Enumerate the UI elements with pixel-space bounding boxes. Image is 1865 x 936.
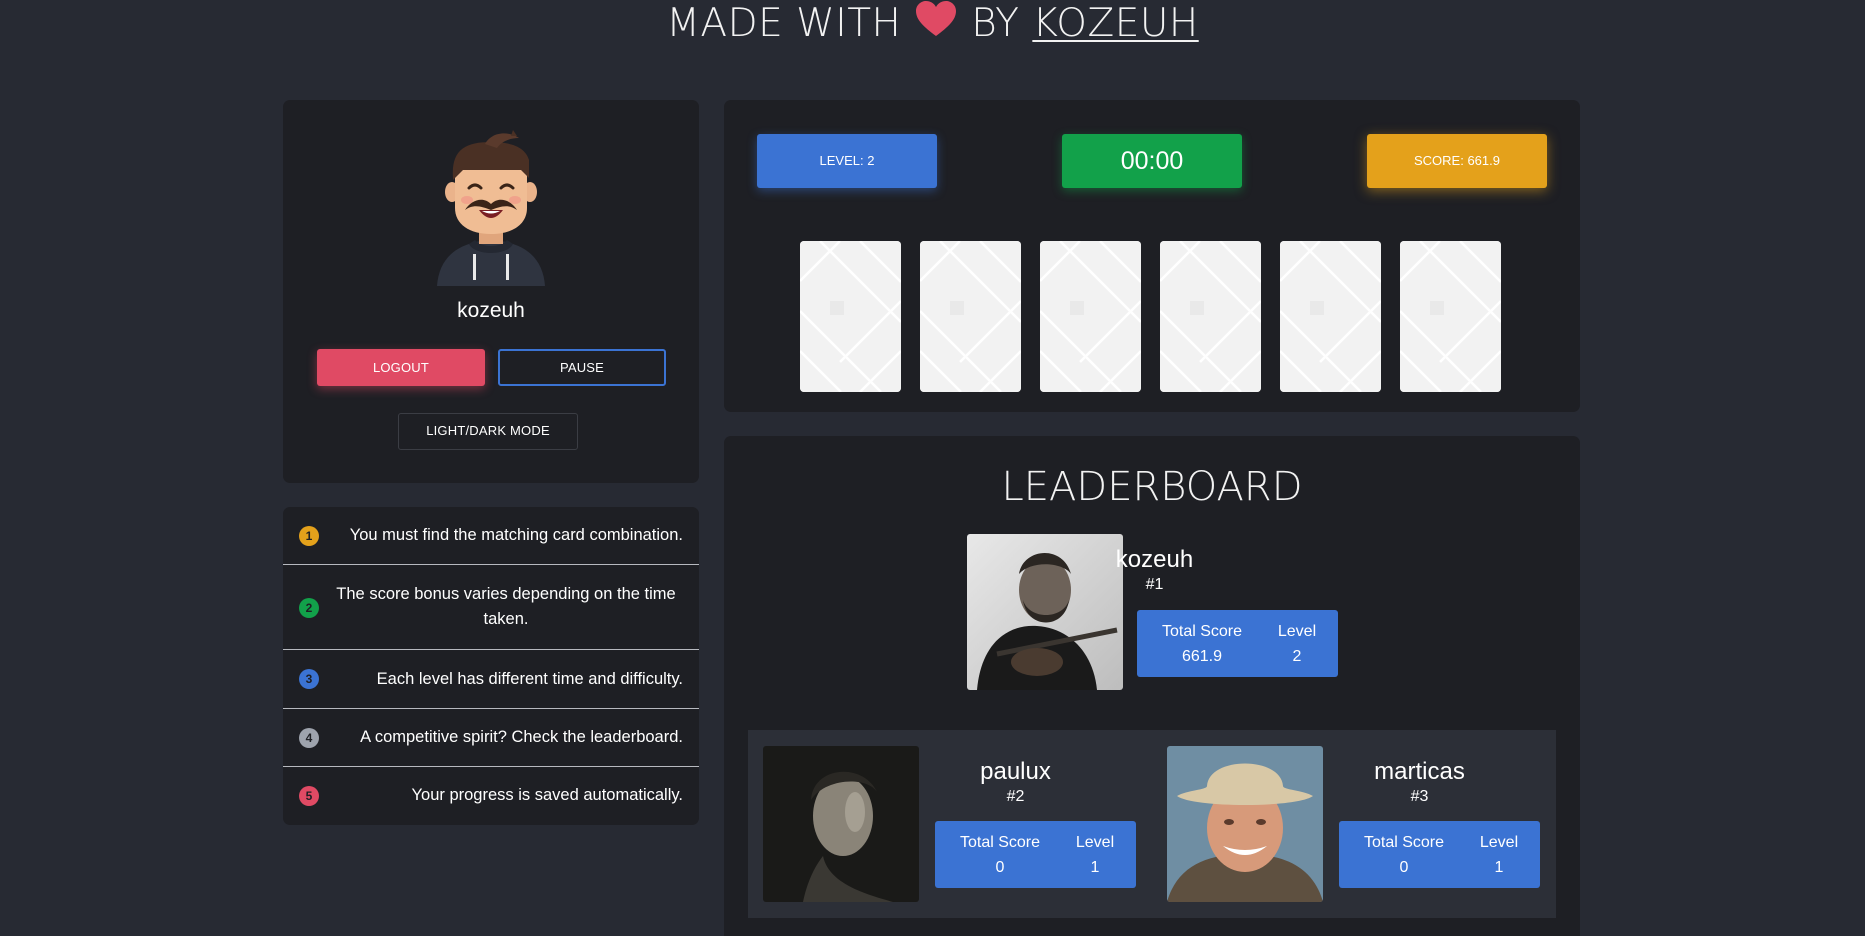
rule-text: A competitive spirit? Check the leaderbo… (360, 728, 683, 746)
player-rank: #2 (1006, 788, 1025, 805)
memory-card[interactable] (1280, 241, 1381, 392)
rules-panel: 1 You must find the matching card combin… (283, 507, 699, 825)
page-header: MADE WITH BY KOZEUH (0, 0, 1865, 50)
player-name: paulux (980, 758, 1051, 785)
player-photo (1167, 746, 1323, 902)
runners-up-row: paulux #2 Total Score 0 Level 1 marticas… (748, 730, 1556, 918)
level-label: Level (1479, 834, 1519, 851)
rule-item: 3 Each level has different time and diff… (283, 650, 699, 709)
level-value: 1 (1494, 859, 1504, 876)
game-board-panel: LEVEL: 2 00:00 SCORE: 661.9 (724, 100, 1580, 412)
memory-card[interactable] (1400, 241, 1501, 392)
player-rank: #3 (1410, 788, 1429, 805)
card-back-pattern (1400, 241, 1501, 392)
rule-number-badge: 4 (299, 728, 319, 748)
level-label: Level (1277, 623, 1317, 640)
rule-number-badge: 1 (299, 526, 319, 546)
total-score-label: Total Score (1363, 834, 1445, 851)
profile-username: kozeuh (457, 299, 525, 322)
level-value: 1 (1090, 859, 1100, 876)
theme-toggle-button[interactable]: LIGHT/DARK MODE (398, 413, 578, 450)
leaderboard-title: LEADERBOARD (1001, 464, 1303, 510)
total-score-label: Total Score (1161, 623, 1243, 640)
card-back-pattern (1160, 241, 1261, 392)
level-indicator: LEVEL: 2 (757, 134, 937, 188)
rule-text: You must find the matching card combinat… (349, 526, 683, 544)
total-score-value: 661.9 (1181, 648, 1223, 665)
player-stats: Total Score 0 Level 1 (1339, 821, 1540, 888)
card-back-pattern (1280, 241, 1381, 392)
level-label: Level (1075, 834, 1115, 851)
rule-number-badge: 2 (299, 598, 319, 618)
user-avatar (437, 130, 545, 286)
rule-number-badge: 3 (299, 669, 319, 689)
memory-card[interactable] (800, 241, 901, 392)
rule-text: The score bonus varies depending on the … (336, 585, 676, 628)
player-stats: Total Score 661.9 Level 2 (1137, 610, 1338, 677)
memory-card[interactable] (1040, 241, 1141, 392)
leaderboard-panel: LEADERBOARD kozeuh #1 Total Score 661.9 … (724, 436, 1580, 936)
player-name: marticas (1374, 758, 1465, 785)
card-back-pattern (1040, 241, 1141, 392)
player-name: kozeuh (1115, 546, 1194, 573)
profile-panel: kozeuh LOGOUT PAUSE LIGHT/DARK MODE (283, 100, 699, 483)
rule-item: 2 The score bonus varies depending on th… (283, 565, 699, 650)
card-back-pattern (800, 241, 901, 392)
memory-card[interactable] (920, 241, 1021, 392)
heart-icon (916, 1, 957, 36)
rule-item: 5 Your progress is saved automatically. (283, 767, 699, 825)
rule-item: 4 A competitive spirit? Check the leader… (283, 709, 699, 767)
header-prefix: MADE WITH (666, 1, 902, 46)
pause-button[interactable]: PAUSE (498, 349, 666, 386)
rule-number-badge: 5 (299, 786, 319, 806)
card-back-pattern (920, 241, 1021, 392)
rule-text: Your progress is saved automatically. (411, 786, 683, 804)
player-rank: #1 (1145, 576, 1164, 593)
rule-text: Each level has different time and diffic… (376, 670, 683, 688)
player-stats: Total Score 0 Level 1 (935, 821, 1136, 888)
author-link[interactable]: KOZEUH (1032, 1, 1198, 46)
memory-card[interactable] (1160, 241, 1261, 392)
player-photo (763, 746, 919, 902)
score-indicator: SCORE: 661.9 (1367, 134, 1547, 188)
logout-button[interactable]: LOGOUT (317, 349, 485, 386)
total-score-label: Total Score (959, 834, 1041, 851)
header-by: BY (971, 1, 1020, 46)
total-score-value: 0 (1399, 859, 1409, 876)
total-score-value: 0 (995, 859, 1005, 876)
rule-item: 1 You must find the matching card combin… (283, 507, 699, 565)
timer-display: 00:00 (1062, 134, 1242, 188)
level-value: 2 (1292, 648, 1302, 665)
